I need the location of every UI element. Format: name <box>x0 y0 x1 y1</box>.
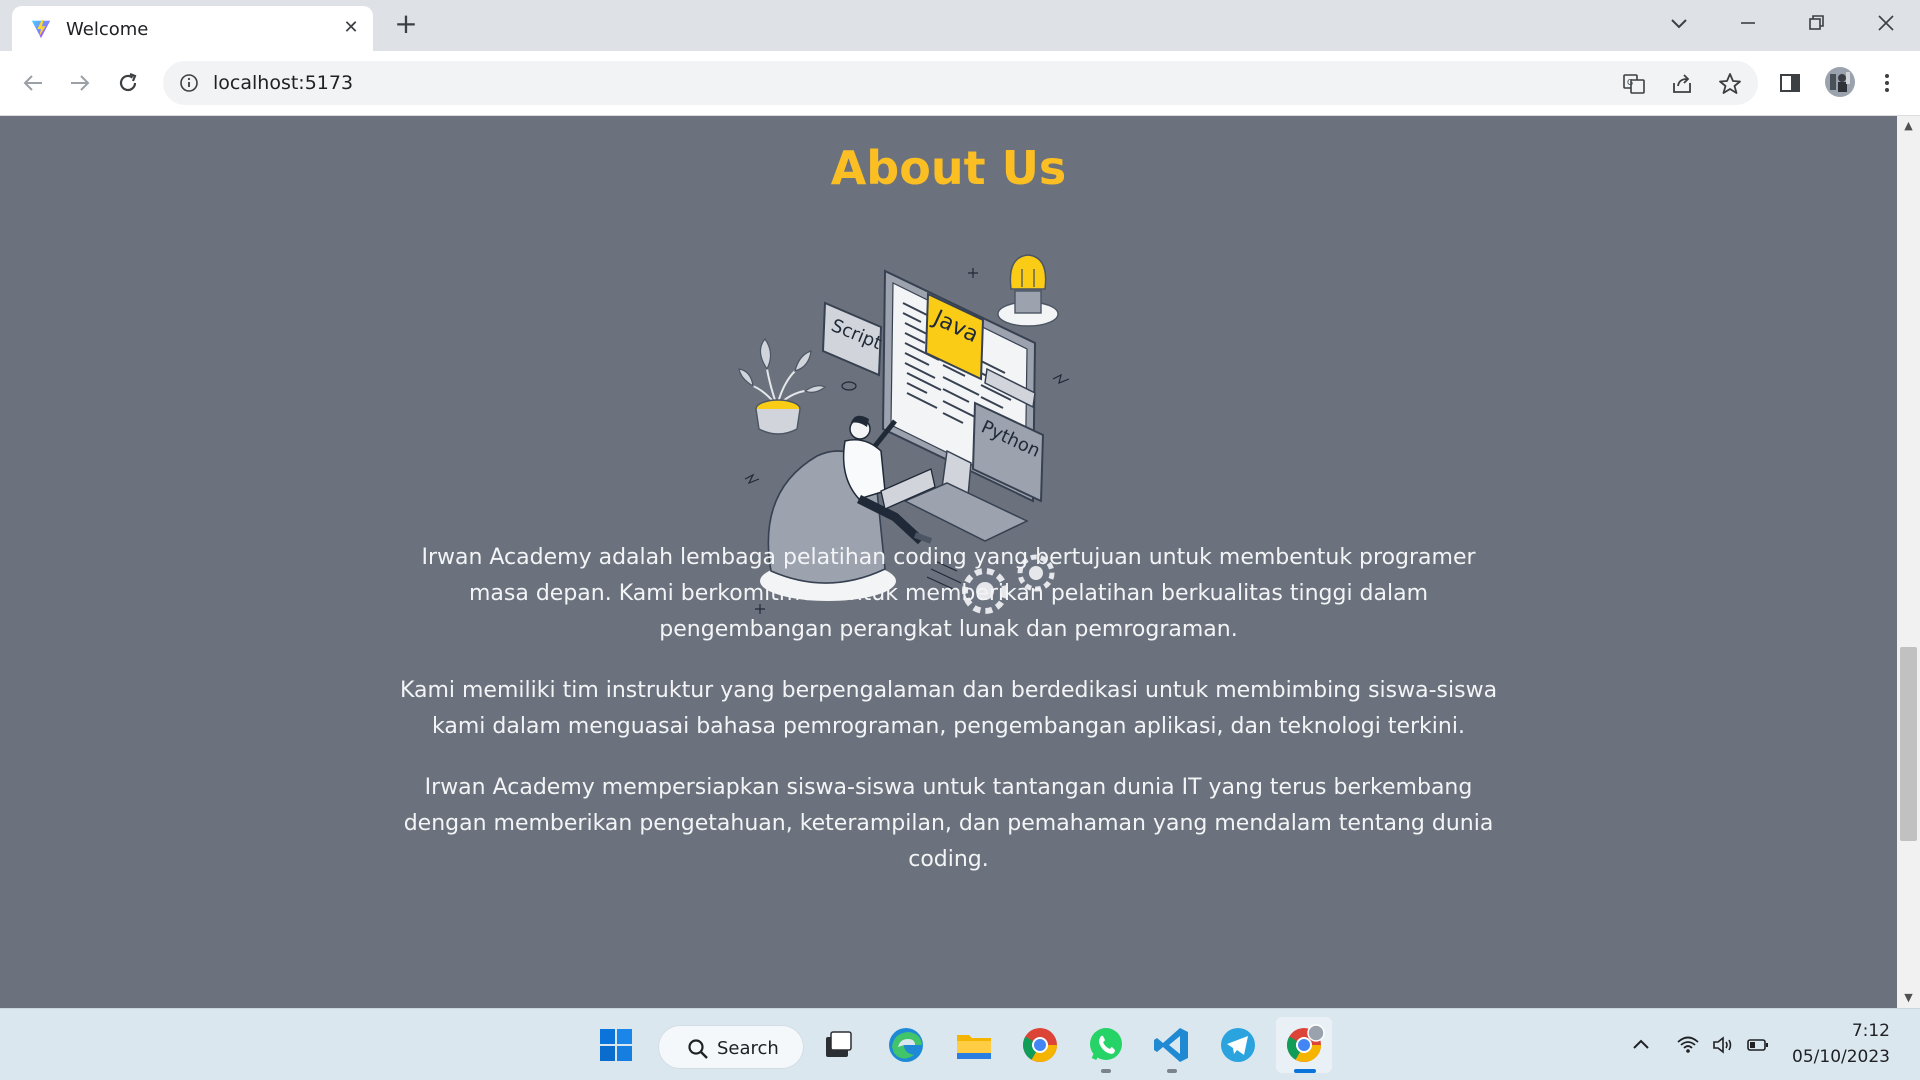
close-window-icon[interactable] <box>1871 8 1901 38</box>
vscode-running-indicator <box>1167 1069 1177 1073</box>
clock-date[interactable]: 05/10/2023 <box>1790 1047 1890 1067</box>
vite-logo-icon <box>31 19 51 39</box>
url-text: localhost:5173 <box>213 72 354 94</box>
chrome-profile-icon[interactable] <box>1282 1023 1326 1067</box>
chrome-active-indicator <box>1294 1069 1316 1073</box>
start-icon[interactable] <box>594 1023 638 1067</box>
taskbar-search[interactable]: Search <box>658 1025 804 1069</box>
clock-time[interactable]: 7:12 <box>1790 1021 1890 1041</box>
tab-strip: Welcome ✕ + <box>0 0 1920 51</box>
plant-icon <box>738 338 827 435</box>
chrome-icon[interactable] <box>1018 1023 1062 1067</box>
vscode-icon[interactable] <box>1150 1023 1194 1067</box>
site-info-icon[interactable] <box>179 73 199 93</box>
svg-text:G: G <box>1627 78 1633 87</box>
close-tab-icon[interactable]: ✕ <box>341 18 361 38</box>
about-paragraph-1: Irwan Academy adalah lembaga pelatihan c… <box>421 545 1476 642</box>
more-menu-icon[interactable] <box>1872 68 1902 98</box>
profile-avatar[interactable] <box>1824 66 1856 98</box>
page-title: About Us <box>830 141 1067 195</box>
address-bar[interactable]: localhost:5173 G <box>163 61 1758 105</box>
script-card: Script <box>821 301 884 377</box>
page-viewport: About Us Java Script Python Irwan Academ… <box>0 116 1897 1008</box>
scroll-down-arrow-icon[interactable]: ▼ <box>1897 988 1920 1008</box>
translate-icon[interactable]: G <box>1621 71 1647 97</box>
file-explorer-icon[interactable] <box>952 1023 996 1067</box>
back-icon[interactable] <box>18 68 48 98</box>
scroll-thumb[interactable] <box>1900 647 1917 841</box>
scroll-up-arrow-icon[interactable]: ▲ <box>1897 116 1920 136</box>
lightbulb-icon <box>997 254 1059 327</box>
whatsapp-running-indicator <box>1101 1069 1111 1073</box>
about-paragraph-3: Irwan Academy mempersiapkan siswa-siswa … <box>403 775 1494 872</box>
windows-taskbar: Search 7:12 05/10/2023 <box>0 1008 1920 1080</box>
tab-title: Welcome <box>66 19 149 40</box>
whatsapp-icon[interactable] <box>1084 1023 1128 1067</box>
telegram-icon[interactable] <box>1216 1023 1260 1067</box>
browser-toolbar: localhost:5173 G <box>0 51 1920 116</box>
share-icon[interactable] <box>1669 71 1695 97</box>
new-tab-button[interactable]: + <box>393 10 419 38</box>
volume-icon[interactable] <box>1711 1033 1735 1057</box>
search-icon <box>688 1039 708 1059</box>
restore-icon[interactable] <box>1801 8 1831 38</box>
battery-icon[interactable] <box>1746 1033 1770 1057</box>
browser-tab[interactable]: Welcome ✕ <box>12 6 373 51</box>
search-label: Search <box>717 1038 779 1059</box>
tab-search-icon[interactable] <box>1664 8 1694 38</box>
about-paragraph-2: Kami memiliki tim instruktur yang berpen… <box>399 678 1498 739</box>
chevron-up-icon[interactable] <box>1629 1033 1653 1057</box>
minimize-icon[interactable] <box>1733 8 1763 38</box>
side-panel-icon[interactable] <box>1775 68 1805 98</box>
bookmark-star-icon[interactable] <box>1717 71 1743 97</box>
reload-icon[interactable] <box>113 68 143 98</box>
vertical-scrollbar[interactable]: ▲ ▼ <box>1897 116 1920 1008</box>
forward-icon[interactable] <box>65 68 95 98</box>
task-view-icon[interactable] <box>816 1023 860 1067</box>
edge-icon[interactable] <box>884 1023 928 1067</box>
wifi-icon[interactable] <box>1676 1033 1700 1057</box>
